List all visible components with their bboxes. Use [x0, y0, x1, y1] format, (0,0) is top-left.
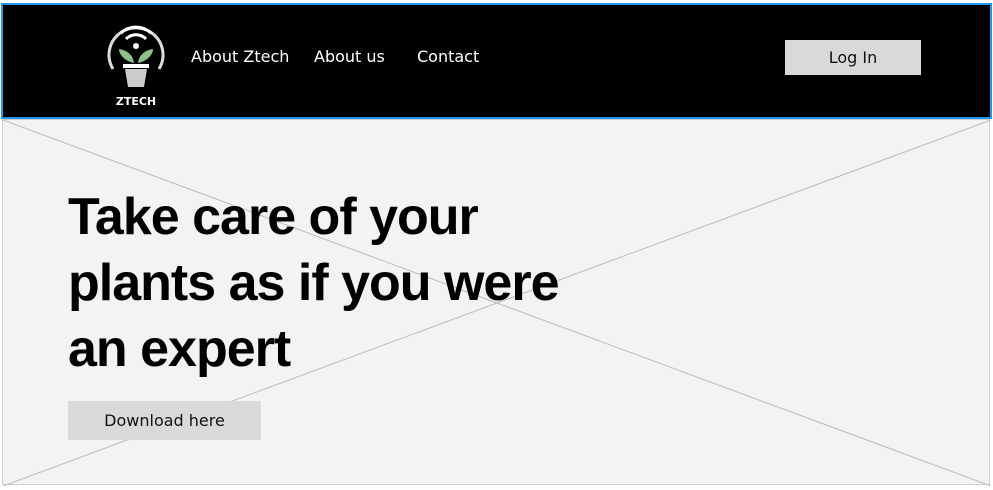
download-button[interactable]: Download here	[68, 401, 261, 440]
nav-about-ztech[interactable]: About Ztech	[191, 47, 289, 66]
hero-section: Take care of your plants as if you were …	[2, 119, 991, 486]
hero-headline: Take care of your plants as if you were …	[68, 188, 560, 378]
login-button[interactable]: Log In	[785, 40, 921, 75]
nav-contact[interactable]: Contact	[417, 47, 479, 66]
ztech-logo[interactable]: ZTECH	[103, 11, 169, 107]
site-header: ZTECH About Ztech About us Contact Log I…	[1, 3, 992, 119]
logo-text: ZTECH	[116, 95, 156, 107]
nav-about-us[interactable]: About us	[314, 47, 385, 66]
